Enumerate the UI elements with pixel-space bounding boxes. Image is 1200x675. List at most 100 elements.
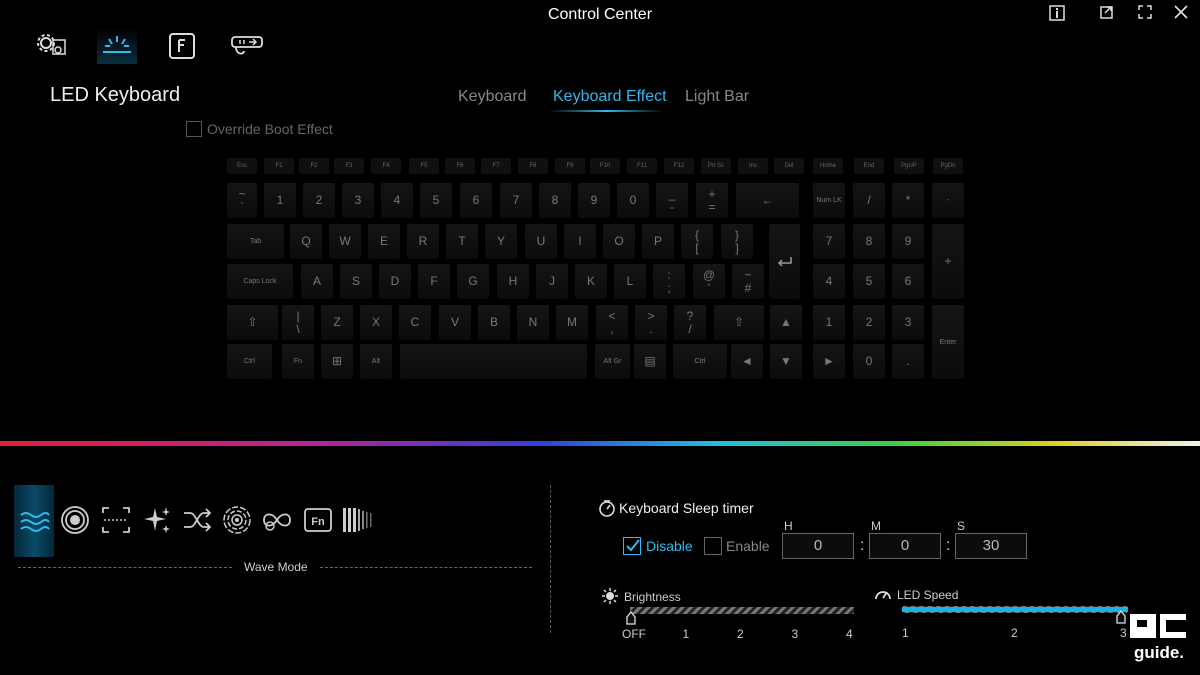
key[interactable]: 8 — [853, 224, 885, 259]
key[interactable]: W — [329, 224, 361, 259]
key[interactable]: 6 — [460, 183, 492, 218]
key[interactable]: F3 — [334, 158, 364, 174]
key[interactable]: F8 — [518, 158, 548, 174]
key[interactable]: Alt — [360, 344, 392, 379]
key[interactable]: > . — [635, 305, 667, 340]
key[interactable]: C — [399, 305, 431, 340]
key[interactable]: 5 — [420, 183, 452, 218]
key[interactable]: ⇧ — [714, 305, 764, 340]
hours-input[interactable]: 0 — [782, 533, 854, 559]
key[interactable]: M — [556, 305, 588, 340]
key[interactable]: 5 — [853, 264, 885, 299]
key[interactable]: 0 — [853, 344, 885, 379]
key[interactable]: ~ ` — [227, 183, 257, 218]
infinity-icon[interactable] — [257, 485, 297, 555]
key[interactable]: Ins — [738, 158, 768, 174]
key[interactable]: ▤ — [634, 344, 666, 379]
key[interactable]: F2 — [299, 158, 329, 174]
key[interactable]: 2 — [853, 305, 885, 340]
disable-checkbox[interactable] — [623, 537, 641, 555]
key[interactable]: 0 — [617, 183, 649, 218]
minutes-input[interactable]: 0 — [869, 533, 941, 559]
info-icon[interactable] — [1046, 4, 1068, 24]
key[interactable]: Y — [485, 224, 517, 259]
enable-checkbox[interactable] — [704, 537, 722, 555]
tab-keyboard[interactable]: Keyboard — [458, 88, 527, 106]
key[interactable]: ← — [736, 183, 799, 218]
checkbox-box[interactable] — [186, 121, 202, 137]
key[interactable]: { [ — [681, 224, 713, 259]
key[interactable]: F6 — [445, 158, 475, 174]
key[interactable]: 1 — [264, 183, 296, 218]
key[interactable]: T — [446, 224, 478, 259]
key[interactable]: - — [932, 183, 964, 218]
key[interactable]: 1 — [813, 305, 845, 340]
key[interactable]: _ - — [656, 183, 688, 218]
key[interactable]: V — [439, 305, 471, 340]
key[interactable]: 9 — [578, 183, 610, 218]
key[interactable]: S — [340, 264, 372, 299]
key[interactable]: : ; — [653, 264, 685, 299]
key[interactable]: O — [603, 224, 635, 259]
key[interactable]: A — [301, 264, 333, 299]
key[interactable]: 3 — [342, 183, 374, 218]
override-boot-effect-checkbox[interactable]: Override Boot Effect — [186, 121, 333, 137]
key[interactable]: J — [536, 264, 568, 299]
key[interactable]: ▼ — [770, 344, 802, 379]
key[interactable]: 9 — [892, 224, 924, 259]
random-icon[interactable] — [177, 485, 217, 555]
key[interactable]: + — [932, 224, 964, 299]
key[interactable]: ? / — [674, 305, 706, 340]
key[interactable]: K — [575, 264, 607, 299]
key[interactable]: ⊞ — [321, 344, 353, 379]
key[interactable]: E — [368, 224, 400, 259]
key[interactable]: . — [892, 344, 924, 379]
key[interactable]: PgDn — [933, 158, 963, 174]
key[interactable]: End — [854, 158, 884, 174]
restore-icon[interactable] — [1096, 4, 1118, 24]
key[interactable]: 7 — [813, 224, 845, 259]
key[interactable]: G — [457, 264, 489, 299]
bars-icon[interactable] — [338, 485, 378, 555]
usb-connection-icon[interactable] — [226, 28, 266, 64]
key[interactable]: Fn — [282, 344, 314, 379]
tab-light-bar[interactable]: Light Bar — [685, 88, 749, 106]
key[interactable]: 8 — [539, 183, 571, 218]
key[interactable]: D — [379, 264, 411, 299]
key[interactable]: X — [360, 305, 392, 340]
key[interactable]: 3 — [892, 305, 924, 340]
key[interactable]: F1 — [264, 158, 294, 174]
slider-handle[interactable] — [626, 610, 636, 630]
key[interactable]: Esc — [227, 158, 257, 174]
led-light-icon[interactable] — [97, 28, 137, 64]
key[interactable] — [400, 344, 587, 379]
ripple-icon[interactable] — [217, 485, 257, 555]
key[interactable]: PgUP — [894, 158, 924, 174]
key[interactable]: Alt Gr — [595, 344, 630, 379]
key[interactable]: ~ # — [732, 264, 764, 299]
key[interactable]: P — [642, 224, 674, 259]
key[interactable]: F5 — [409, 158, 439, 174]
key[interactable]: < , — [596, 305, 628, 340]
key[interactable]: @ ' — [693, 264, 725, 299]
key[interactable]: ◄ — [731, 344, 763, 379]
key[interactable]: F7 — [481, 158, 511, 174]
key[interactable]: I — [564, 224, 596, 259]
key[interactable]: Tab — [227, 224, 284, 259]
brightness-slider[interactable] — [630, 607, 854, 614]
enter-key[interactable] — [769, 224, 800, 299]
key[interactable]: F — [418, 264, 450, 299]
scan-icon[interactable] — [96, 485, 136, 555]
key[interactable]: Enter — [932, 305, 964, 379]
key[interactable]: F10 — [590, 158, 620, 174]
key[interactable]: ⇧ — [227, 305, 278, 340]
key[interactable]: 4 — [381, 183, 413, 218]
key[interactable]: Del — [774, 158, 804, 174]
key[interactable]: Z — [321, 305, 353, 340]
key[interactable]: F9 — [555, 158, 585, 174]
key[interactable]: 4 — [813, 264, 845, 299]
key[interactable]: Ctrl — [673, 344, 727, 379]
key[interactable]: Num LK — [813, 183, 845, 218]
slider-handle[interactable] — [1116, 609, 1126, 629]
key[interactable]: F4 — [371, 158, 401, 174]
